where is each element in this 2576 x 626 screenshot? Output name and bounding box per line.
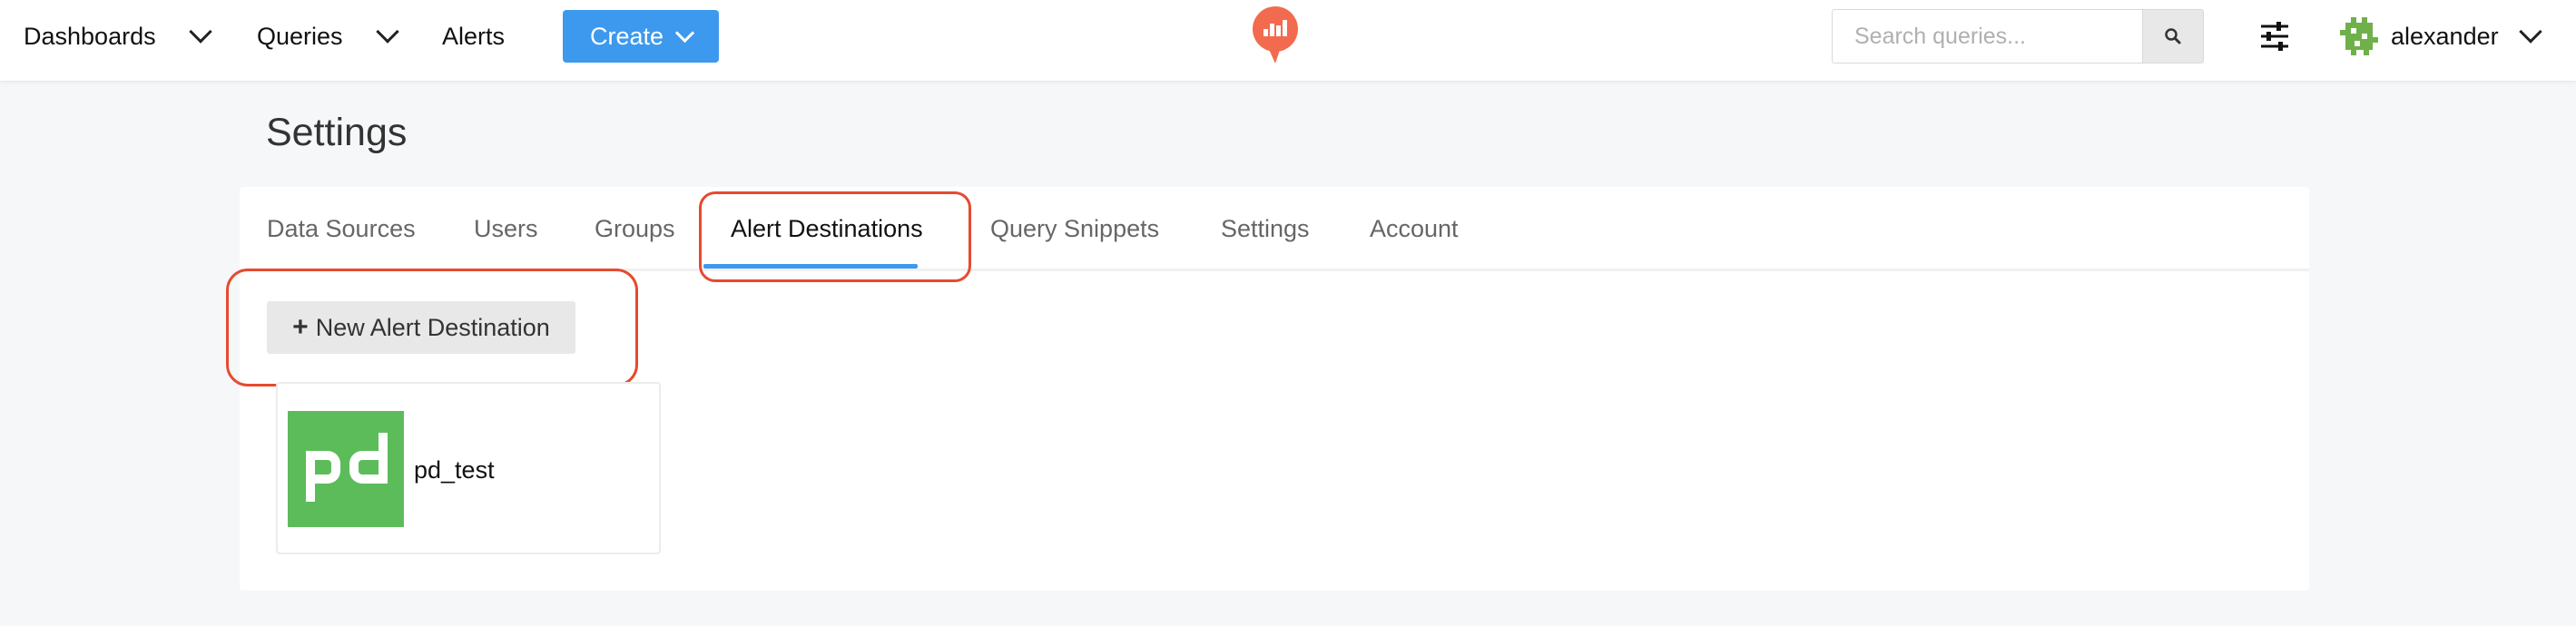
tab-query-snippets[interactable]: Query Snippets bbox=[990, 187, 1159, 271]
nav-dashboards[interactable]: Dashboards bbox=[24, 0, 212, 73]
tab-groups[interactable]: Groups bbox=[595, 187, 675, 271]
search-input[interactable] bbox=[1832, 9, 2142, 64]
highlight-outline-tab bbox=[699, 191, 971, 282]
nav-alerts-label: Alerts bbox=[442, 22, 506, 50]
chevron-down-icon[interactable] bbox=[375, 20, 399, 44]
tab-data-sources[interactable]: Data Sources bbox=[267, 187, 416, 271]
nav-dashboards-label: Dashboards bbox=[24, 22, 156, 50]
settings-tabs: Data Sources Users Groups Alert Destinat… bbox=[240, 187, 2309, 271]
search-button[interactable] bbox=[2142, 9, 2204, 64]
nav-alerts[interactable]: Alerts bbox=[442, 0, 505, 73]
pagerduty-logo-icon bbox=[288, 411, 404, 527]
chevron-down-icon[interactable] bbox=[188, 20, 212, 44]
redash-logo-icon[interactable] bbox=[1251, 5, 1300, 65]
user-menu[interactable]: alexander bbox=[2340, 0, 2542, 73]
nav-queries-label: Queries bbox=[257, 22, 343, 50]
top-navbar: Dashboards Queries Alerts Create Search … bbox=[0, 0, 2576, 82]
tab-settings[interactable]: Settings bbox=[1221, 187, 1310, 271]
create-button-label: Create bbox=[589, 22, 664, 50]
tab-users[interactable]: Users bbox=[474, 187, 538, 271]
destination-name: pd_test bbox=[414, 456, 495, 484]
user-name: alexander bbox=[2391, 22, 2499, 50]
chevron-down-icon bbox=[674, 23, 695, 43]
tab-account[interactable]: Account bbox=[1370, 187, 1459, 271]
avatar bbox=[2340, 17, 2378, 55]
highlight-outline-button bbox=[226, 269, 638, 386]
destination-card[interactable]: pd_test bbox=[276, 382, 661, 554]
nav-queries[interactable]: Queries bbox=[257, 0, 399, 73]
chevron-down-icon bbox=[2518, 20, 2542, 44]
page-title: Settings bbox=[266, 111, 408, 154]
create-button[interactable]: Create bbox=[563, 10, 719, 63]
search-icon bbox=[2165, 28, 2181, 44]
sliders-icon[interactable] bbox=[2258, 20, 2291, 53]
